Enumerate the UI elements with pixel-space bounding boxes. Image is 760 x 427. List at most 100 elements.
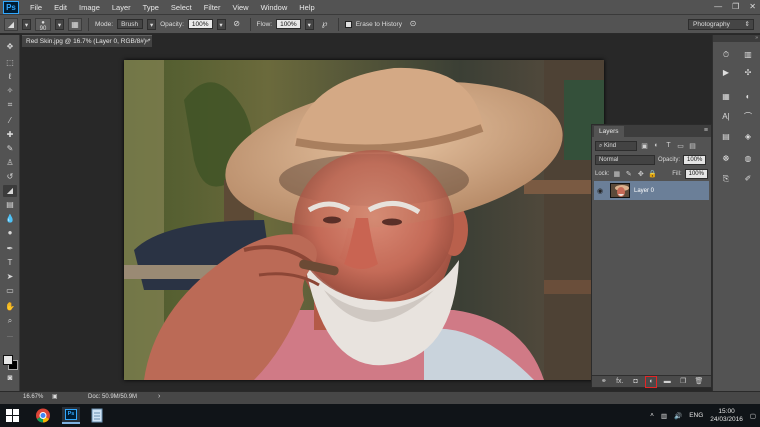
mode-dropdown-arrow[interactable]: ▾ <box>147 18 157 30</box>
fill-input[interactable]: 100% <box>684 168 708 179</box>
marquee-tool-icon[interactable]: ⬚ <box>3 57 17 69</box>
layers-panel-icon[interactable]: ◈ <box>741 131 755 143</box>
move-tool-icon[interactable]: ✥ <box>3 41 17 53</box>
panel-menu-icon[interactable]: ≡ <box>704 125 708 137</box>
foreground-color-swatch[interactable] <box>3 355 13 365</box>
lock-all-icon[interactable]: 🔒 <box>648 170 657 178</box>
color-panel-icon[interactable]: ▦ <box>719 91 733 103</box>
history-brush-tool-icon[interactable]: ↺ <box>3 171 17 183</box>
healing-brush-tool-icon[interactable]: ✚ <box>3 129 17 141</box>
blend-mode-select[interactable]: Normal <box>595 154 655 165</box>
clone-source-panel-icon[interactable]: ⎘ <box>719 173 733 185</box>
type-tool-icon[interactable]: T <box>3 257 17 269</box>
hand-tool-icon[interactable]: ✋ <box>3 301 17 313</box>
opacity-dropdown-arrow[interactable]: ▾ <box>216 18 226 30</box>
language-indicator[interactable]: ENG <box>689 412 703 419</box>
menu-type[interactable]: Type <box>137 0 165 15</box>
menu-filter[interactable]: Filter <box>198 0 227 15</box>
eraser-tool-preset-icon[interactable]: ◢ <box>4 17 18 31</box>
status-info-icon[interactable]: ▣ <box>52 393 58 400</box>
layer-name[interactable]: Layer 0 <box>634 188 654 194</box>
menu-help[interactable]: Help <box>293 0 320 15</box>
character-panel-icon[interactable]: A| <box>719 111 733 123</box>
trash-icon[interactable]: 🗑 <box>694 377 704 387</box>
flow-input[interactable]: 100% <box>276 19 301 29</box>
lock-position-icon[interactable]: ✥ <box>636 170 645 178</box>
document-tab[interactable]: Red Skin.jpg @ 16.7% (Layer 0, RGB/8#) *… <box>22 35 152 47</box>
chrome-taskbar-icon[interactable] <box>34 407 52 424</box>
edit-toolbar-icon[interactable]: ··· <box>3 331 17 343</box>
document-image[interactable] <box>124 60 604 380</box>
menu-image[interactable]: Image <box>73 0 106 15</box>
mode-select[interactable]: Brush <box>117 19 144 29</box>
tool-preset-dropdown[interactable]: ▾ <box>22 18 31 30</box>
windows-start-icon[interactable] <box>6 409 19 422</box>
filter-smart-object-icon[interactable]: ▤ <box>688 142 697 150</box>
workspace-select[interactable]: Photography ⇕ <box>688 19 754 30</box>
crop-tool-icon[interactable]: ⌗ <box>3 99 17 111</box>
brush-presets-panel-icon[interactable]: ✐ <box>741 173 755 185</box>
notifications-icon[interactable]: ▢ <box>750 412 756 420</box>
eyedropper-tool-icon[interactable]: ⁄ <box>3 115 17 127</box>
layer-opacity-input[interactable]: 100% <box>683 154 707 165</box>
filter-pixel-icon[interactable]: ▣ <box>640 142 649 150</box>
close-icon[interactable]: × <box>145 36 149 48</box>
clone-stamp-tool-icon[interactable]: ♙ <box>3 157 17 169</box>
shape-tool-icon[interactable]: ▭ <box>3 285 17 297</box>
gradient-tool-icon[interactable]: ▤ <box>3 199 17 211</box>
path-selection-tool-icon[interactable]: ➤ <box>3 271 17 283</box>
lasso-tool-icon[interactable]: ℓ <box>3 71 17 83</box>
menu-window[interactable]: Window <box>255 0 294 15</box>
lock-image-icon[interactable]: ✎ <box>624 170 633 178</box>
eraser-tool-icon[interactable]: ◢ <box>3 185 17 197</box>
filter-type-icon[interactable]: T <box>664 142 673 149</box>
histogram-panel-icon[interactable]: ▥ <box>741 49 755 61</box>
brush-panel-icon[interactable]: ▦ <box>68 17 82 31</box>
close-icon[interactable]: ✕ <box>749 2 756 11</box>
status-menu-arrow-icon[interactable]: › <box>158 393 160 400</box>
new-layer-icon[interactable]: ❐ <box>678 377 688 387</box>
folder-icon[interactable]: ▬ <box>662 377 672 387</box>
filter-adjustment-icon[interactable]: ◐ <box>652 142 661 149</box>
actions-panel-icon[interactable]: ▶ <box>719 67 733 79</box>
history-panel-icon[interactable]: ⏱ <box>719 49 733 61</box>
dodge-tool-icon[interactable]: ● <box>3 227 17 239</box>
volume-icon[interactable]: 🔊 <box>674 412 682 420</box>
minimize-icon[interactable]: — <box>714 2 722 11</box>
zoom-level[interactable]: 16.67% <box>23 394 43 400</box>
collapse-panels-icon[interactable]: » <box>713 35 760 42</box>
paths-panel-icon[interactable]: ⌒ <box>741 111 755 123</box>
pressure-size-icon[interactable]: ⊙ <box>406 18 420 31</box>
brush-picker-dropdown[interactable]: ▾ <box>55 18 64 30</box>
brush-size-picker[interactable]: ● 90 <box>35 17 51 32</box>
menu-layer[interactable]: Layer <box>106 0 137 15</box>
brush-tool-icon[interactable]: ✎ <box>3 143 17 155</box>
properties-panel-icon[interactable]: ▤ <box>719 131 733 143</box>
network-icon[interactable]: ▥ <box>661 412 667 420</box>
visibility-eye-icon[interactable]: ◉ <box>594 187 606 195</box>
zoom-tool-icon[interactable]: ⌕ <box>3 315 17 327</box>
link-layers-icon[interactable]: ⚭ <box>599 377 609 387</box>
adjustments-panel-icon[interactable]: ◐ <box>741 91 755 103</box>
pressure-opacity-icon[interactable]: ⊘ <box>230 18 244 31</box>
navigator-panel-icon[interactable]: ✣ <box>741 67 755 79</box>
tab-layers[interactable]: Layers <box>594 126 624 137</box>
menu-select[interactable]: Select <box>165 0 198 15</box>
quick-mask-icon[interactable]: ◙ <box>3 372 17 384</box>
blur-tool-icon[interactable]: 💧 <box>3 213 17 225</box>
pen-tool-icon[interactable]: ✒ <box>3 243 17 255</box>
menu-view[interactable]: View <box>226 0 254 15</box>
swatches-panel-icon[interactable]: ◍ <box>741 153 755 165</box>
erase-to-history-checkbox[interactable] <box>344 20 352 28</box>
menu-edit[interactable]: Edit <box>48 0 73 15</box>
filter-shape-icon[interactable]: ▭ <box>676 142 685 150</box>
notepad-taskbar-icon[interactable] <box>88 407 106 424</box>
opacity-input[interactable]: 100% <box>187 19 213 29</box>
flow-dropdown-arrow[interactable]: ▾ <box>304 18 314 30</box>
styles-panel-icon[interactable]: ☸ <box>719 153 733 165</box>
mask-icon[interactable]: ◘ <box>631 377 641 387</box>
airbrush-icon[interactable]: ℘ <box>318 18 332 31</box>
lock-transparent-icon[interactable]: ▦ <box>612 170 621 178</box>
restore-icon[interactable]: ❐ <box>732 2 739 11</box>
quick-selection-tool-icon[interactable]: ✧ <box>3 85 17 97</box>
